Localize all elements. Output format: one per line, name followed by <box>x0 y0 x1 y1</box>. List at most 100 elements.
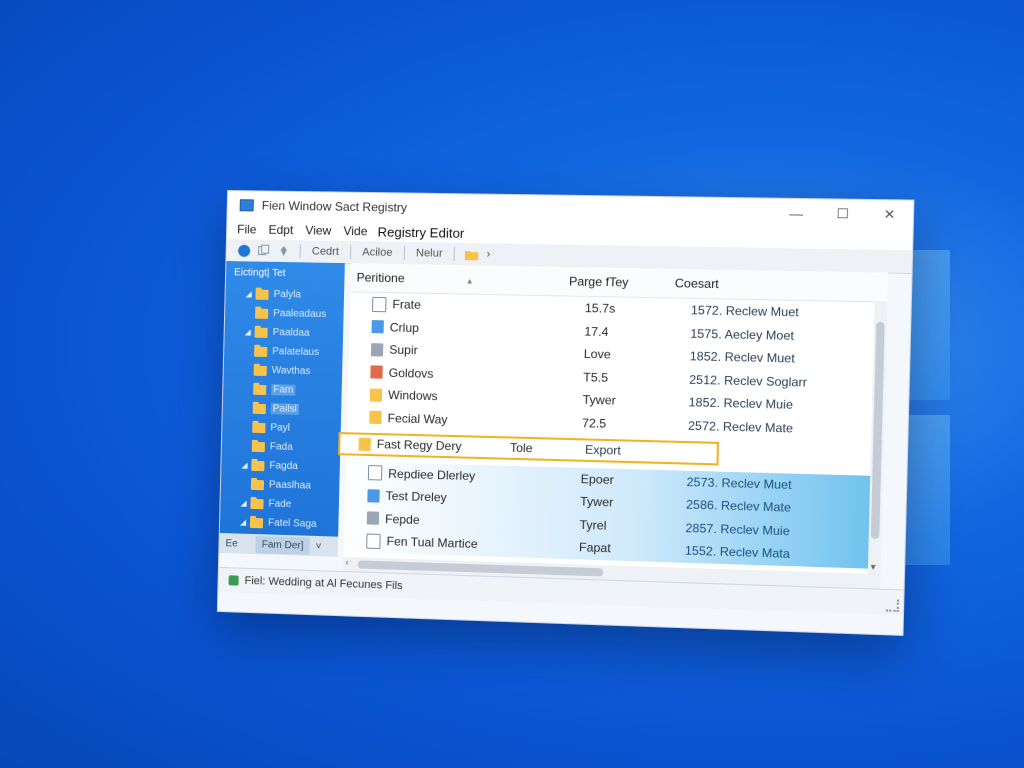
row-name-cell: Fecial Way <box>347 410 582 430</box>
tree-tab-dropdown[interactable]: ˅ <box>309 540 327 552</box>
row-name-cell: Test Dreley <box>345 488 580 509</box>
registry-value-icon <box>371 296 387 312</box>
copy-icon[interactable] <box>256 244 270 258</box>
sort-up-icon: ▲ <box>465 276 474 286</box>
folder-icon <box>252 403 266 414</box>
registry-tree-pane: Eictingt| Tet ◢ Palyla Paaleadaus ◢ Paaldaa P… <box>219 261 345 537</box>
registry-value-icon <box>370 342 384 357</box>
expand-arrow-icon[interactable]: ◢ <box>245 327 255 336</box>
folder-icon <box>255 308 269 319</box>
maximize-button[interactable]: ☐ <box>819 199 866 229</box>
registry-value-icon <box>371 320 384 334</box>
row-type-cell: Love <box>583 346 611 362</box>
minimize-button[interactable]: — <box>773 199 820 228</box>
row-name-cell: Supir <box>349 342 584 361</box>
row-data-cell: Export <box>584 442 622 458</box>
close-button[interactable]: ✕ <box>866 200 914 230</box>
status-icon <box>228 575 239 586</box>
tree-item-label: Paaldaa <box>272 327 310 339</box>
registry-value-icon <box>369 388 383 402</box>
tree-item-label: Palyla <box>273 288 302 301</box>
tree-item-label: Pailsl <box>270 403 299 415</box>
row-name-cell: Fast Regy Dery <box>338 436 510 455</box>
tree-item-label: Paaleadaus <box>273 307 327 321</box>
column-header-name[interactable]: Peritione ▲ <box>350 270 569 288</box>
resize-grip[interactable] <box>885 599 900 612</box>
row-data-cell: 1572. Reclew Muet <box>690 303 799 320</box>
row-name-cell: Frate <box>350 296 585 316</box>
column-header-type[interactable]: Parge fTey <box>569 274 675 290</box>
row-name-text: Frate <box>392 297 422 313</box>
menu-file[interactable]: File <box>227 222 263 237</box>
row-name-cell: Fen Tual Martice <box>344 533 579 556</box>
window-controls: — ☐ ✕ <box>773 199 914 230</box>
folder-icon <box>254 346 268 357</box>
folder-icon <box>249 517 264 528</box>
pin-icon[interactable] <box>277 244 291 258</box>
tree-items: ◢ Palyla Paaleadaus ◢ Paaldaa Palatelaus Wavth… <box>220 284 344 535</box>
tree-item-label: Payl <box>270 422 291 434</box>
expand-arrow-icon[interactable]: ◢ <box>241 461 251 470</box>
row-type-cell: Tyrel <box>579 517 607 533</box>
registry-value-icon <box>369 410 382 425</box>
list-rows: Frate 15.7s 1572. Reclew Muet Crlup 17.4 1575… <box>338 292 888 569</box>
folder-icon <box>251 441 266 452</box>
registry-value-icon <box>366 511 380 526</box>
row-type-cell: Tywer <box>582 392 616 408</box>
folder-icon <box>255 289 269 300</box>
row-name-cell: Windows <box>348 387 583 407</box>
row-name-text: Windows <box>387 388 438 404</box>
tree-item-label: Fatel Saga <box>267 517 317 530</box>
vertical-scroll-thumb[interactable] <box>870 321 885 540</box>
menu-view[interactable]: View <box>299 223 337 238</box>
row-type-cell: Epoer <box>580 471 615 487</box>
status-text: Fiel: Wedding at Al Fecunes Fils <box>244 574 403 593</box>
row-data-cell: 1575. Aecley Moet <box>690 326 795 343</box>
tree-item-label: Paaslhaa <box>268 479 311 492</box>
column-header-data[interactable]: Coesart <box>675 276 865 294</box>
expand-arrow-icon[interactable]: ◢ <box>240 499 250 508</box>
registry-value-icon <box>366 533 381 549</box>
registry-value-icon <box>358 437 371 451</box>
window-title: Fien Window Sact Registry <box>261 198 408 215</box>
folder-icon <box>254 327 268 338</box>
row-data-cell: 1552. Reclev Mata <box>684 543 791 562</box>
registry-app-icon <box>239 199 254 212</box>
menu-video[interactable]: Vide <box>337 224 374 239</box>
toolbar-cut-button[interactable]: Cedrt <box>307 245 344 258</box>
list-row-highlighted[interactable]: Fast Regy Dery Tole Export <box>338 432 720 465</box>
row-data-cell: 2572. Reclev Mate <box>687 418 794 436</box>
scroll-down-icon[interactable]: ▼ <box>869 562 878 572</box>
back-icon[interactable] <box>236 243 250 257</box>
folder-icon <box>250 479 265 490</box>
row-name-text: Fen Tual Martice <box>386 534 478 552</box>
tree-tabs: Ee Fam Der] ˅ <box>219 532 339 557</box>
row-name-text: Supir <box>389 342 418 358</box>
folder-icon[interactable] <box>464 247 479 261</box>
row-data-cell: 2857. Reclev Muie <box>685 520 790 539</box>
forward-arrow-icon[interactable]: › <box>481 248 495 260</box>
menu-edit[interactable]: Edpt <box>262 223 299 238</box>
row-data-cell: 1852. Reclev Muet <box>689 349 795 366</box>
scroll-left-icon[interactable]: ‹ <box>345 557 348 567</box>
row-name-text: Goldovs <box>388 365 434 381</box>
tree-item[interactable]: ◢ Paaldaa <box>224 322 343 344</box>
row-type-cell: Tole <box>509 440 533 456</box>
folder-icon <box>252 422 266 433</box>
row-type-cell: Fapat <box>578 540 611 556</box>
tree-tab-active[interactable]: Fam Der] <box>255 535 310 555</box>
toolbar-action-button[interactable]: Aciloe <box>357 246 398 259</box>
row-name-text: Test Dreley <box>385 488 447 505</box>
tree-item[interactable]: ◢ Palyla <box>225 284 344 305</box>
tree-tab-first[interactable]: Ee <box>219 537 243 549</box>
expand-arrow-icon[interactable]: ◢ <box>240 518 250 527</box>
tree-item[interactable]: ◢ Fatel Saga <box>220 512 339 535</box>
tree-item-label: Fam <box>271 384 296 396</box>
expand-arrow-icon[interactable]: ◢ <box>245 289 255 298</box>
row-data-cell: 2573. Reclev Muet <box>686 474 792 492</box>
row-type-cell: 15.7s <box>584 301 616 317</box>
folder-icon <box>251 460 265 471</box>
tree-item[interactable]: Paaleadaus <box>225 303 344 324</box>
registry-value-icon <box>367 465 383 481</box>
toolbar-new-button[interactable]: Nelur <box>411 247 448 260</box>
